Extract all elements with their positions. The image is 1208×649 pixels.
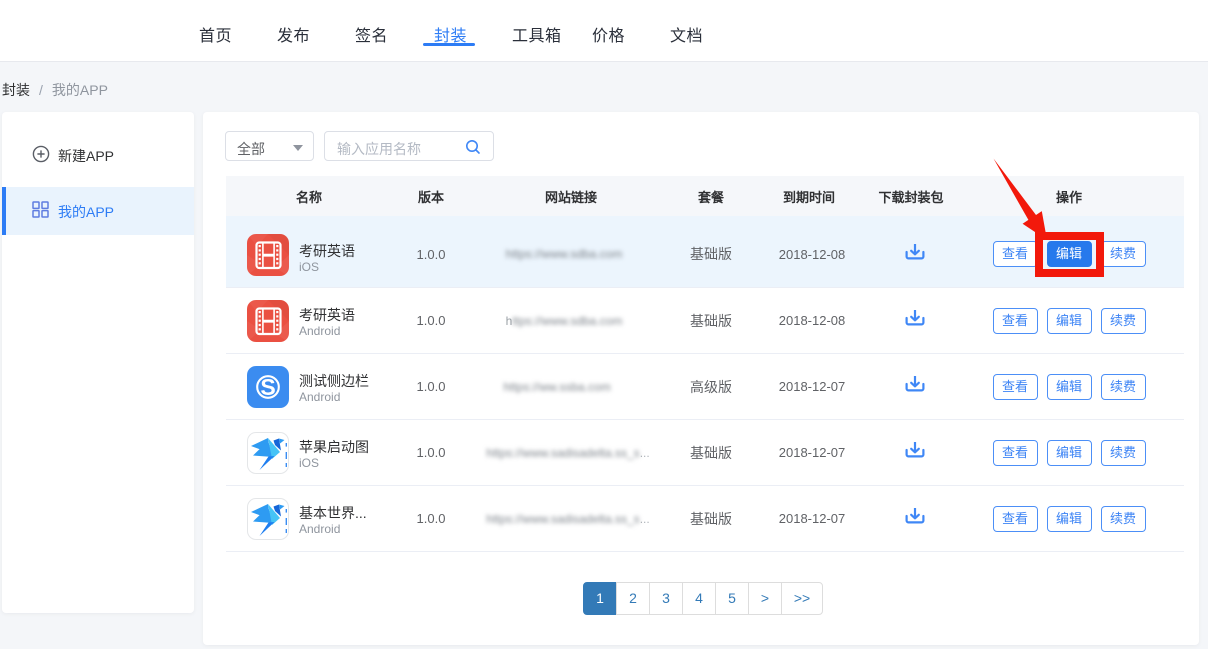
svg-text:S: S [260, 374, 275, 400]
